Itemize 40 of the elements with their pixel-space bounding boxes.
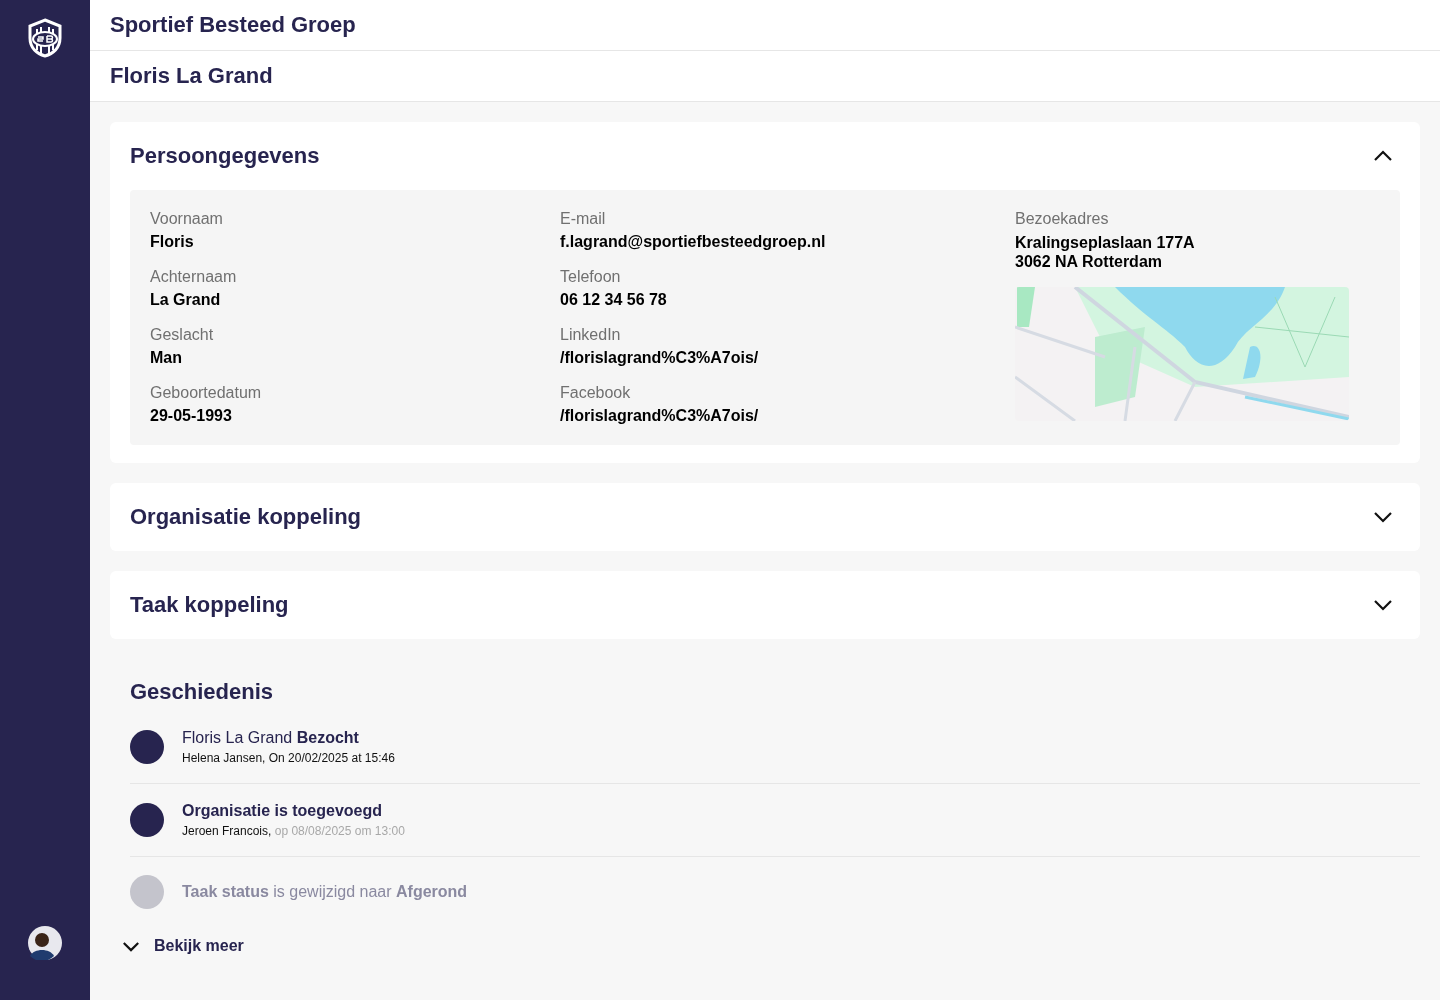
section-title: Taak koppeling <box>130 592 289 618</box>
shield-logo-icon[interactable] <box>27 18 63 58</box>
section-title: Organisatie koppeling <box>130 504 362 530</box>
chevron-up-icon[interactable] <box>1373 150 1393 162</box>
field-label: Voornaam <box>150 210 224 228</box>
show-more-button[interactable]: Bekijk meer <box>118 933 248 959</box>
history-entry-meta: Jeroen Francois, op 08/08/2025 om 13:00 <box>182 824 405 838</box>
chevron-down-icon[interactable] <box>1373 599 1393 611</box>
field-label: Facebook <box>560 384 632 402</box>
field-value: /florislagrand%C3%A7ois/ <box>560 349 760 367</box>
field-label: Bezoekadres <box>1015 210 1109 228</box>
field-value: La Grand <box>150 291 222 309</box>
history-entry-title: Taak status is gewijzigd naar Afgerond <box>182 883 468 901</box>
history-entry-title: Floris La Grand Bezocht <box>182 729 360 747</box>
field-label: Achternaam <box>150 268 238 286</box>
field-value: Man <box>150 349 183 367</box>
history-entry-meta: Helena Jansen, On 20/02/2025 at 15:46 <box>182 751 395 765</box>
field-value: /florislagrand%C3%A7ois/ <box>560 407 760 425</box>
field-value: 06 12 34 56 78 <box>560 291 668 309</box>
history-title: Geschiedenis <box>130 679 275 705</box>
person-name: Floris La Grand <box>110 63 273 89</box>
field-label: Telefoon <box>560 268 622 286</box>
avatar-circle <box>130 875 164 909</box>
section-title: Persoongegevens <box>130 143 320 169</box>
avatar-circle <box>130 730 164 764</box>
field-label: E-mail <box>560 210 607 228</box>
field-value: 3062 NA Rotterdam <box>1015 252 1162 271</box>
user-avatar[interactable] <box>28 926 62 960</box>
field-value: f.lagrand@sportiefbesteedgroep.nl <box>560 233 827 251</box>
field-label: Geboortedatum <box>150 384 263 402</box>
avatar-circle <box>130 803 164 837</box>
chevron-down-icon <box>122 940 140 952</box>
history-entry-title: Organisatie is toegevoegd <box>182 802 384 820</box>
company-name: Sportief Besteed Groep <box>110 12 356 38</box>
chevron-down-icon[interactable] <box>1373 511 1393 523</box>
field-value: Kralingseplaslaan 177A <box>1015 233 1195 252</box>
field-value: 29-05-1993 <box>150 407 233 425</box>
field-label: LinkedIn <box>560 326 622 344</box>
field-value: Floris <box>150 233 195 251</box>
field-label: Geslacht <box>150 326 215 344</box>
